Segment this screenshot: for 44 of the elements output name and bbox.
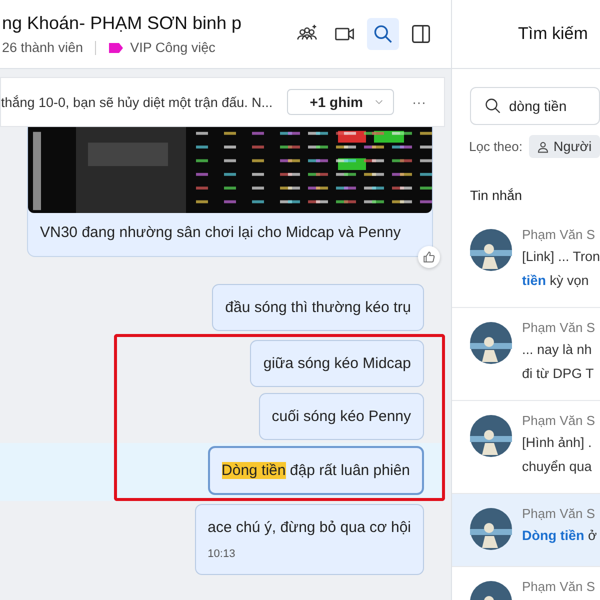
panel-title: Tìm kiếm [518, 24, 588, 44]
search-result[interactable]: Phạm Văn S [Hình ảnh] . chuyển qua [452, 401, 600, 494]
search-icon [484, 97, 502, 115]
result-author: Phạm Văn S [522, 227, 596, 243]
caret-icon [375, 99, 383, 105]
result-snippet: Dòng tiền ở [522, 527, 597, 545]
result-snippet: [Hình ảnh] . [522, 434, 593, 452]
label-text: VIP Công việc [130, 40, 216, 55]
result-author: Phạm Văn S [522, 579, 595, 595]
result-author: Phạm Văn S [522, 413, 595, 429]
message-text: giữa sóng kéo Midcap [263, 355, 411, 372]
member-count: 26 thành viên [2, 40, 84, 55]
like-icon[interactable] [418, 246, 440, 268]
message-text: Dòng tiền đập rất luân phiên [222, 462, 410, 479]
result-snippet: chuyển qua [522, 458, 593, 476]
result-snippet: đi từ DPG T [522, 365, 595, 383]
section-heading: Tin nhắn [470, 188, 524, 203]
message-text: đầu sóng thì thường kéo trụ [225, 299, 411, 316]
message-text: VN30 đang nhường sân chơi lại cho Midcap và Penny [39, 223, 402, 243]
pinned-message[interactable]: thắng 10-0, bạn sẽ hủy diệt một trận đấu. N... [1, 94, 277, 110]
person-icon [536, 140, 548, 152]
message-time: 10:13 [208, 548, 236, 560]
message-text: cuối sóng kéo Penny [272, 408, 411, 425]
result-snippet: tiền kỳ vọn [522, 272, 590, 290]
search-result[interactable]: Phạm Văn S [452, 567, 600, 600]
result-snippet: ... nay là nh [522, 341, 593, 359]
message-text: ace chú ý, đừng bỏ qua cơ hội [208, 519, 411, 536]
sender-filter[interactable]: Người [528, 135, 600, 158]
chat-title: ng Khoán- PHẠM SƠN binh p [1, 13, 243, 34]
search-result[interactable]: Phạm Văn S Dòng tiền ở [452, 494, 600, 567]
search-result[interactable]: Phạm Văn S [Link] ... Tron tiền kỳ vọn [452, 215, 600, 308]
avatar-icon [470, 229, 512, 271]
result-snippet: [Link] ... Tron [522, 248, 600, 266]
search-field[interactable]: dòng tiền [470, 87, 600, 125]
filter-label: Lọc theo: [469, 139, 522, 154]
pinned-count-button[interactable]: +1 ghim [286, 89, 394, 115]
avatar-icon [470, 415, 512, 457]
search-icon[interactable] [367, 18, 399, 50]
avatar-icon [470, 322, 512, 364]
result-author: Phạm Văn S [522, 320, 595, 336]
search-result[interactable]: Phạm Văn S ... nay là nh đi từ DPG T [452, 308, 600, 401]
result-author: Phạm Văn S [522, 506, 596, 522]
avatar-icon [470, 508, 512, 550]
more-button[interactable]: ··· [404, 90, 434, 114]
